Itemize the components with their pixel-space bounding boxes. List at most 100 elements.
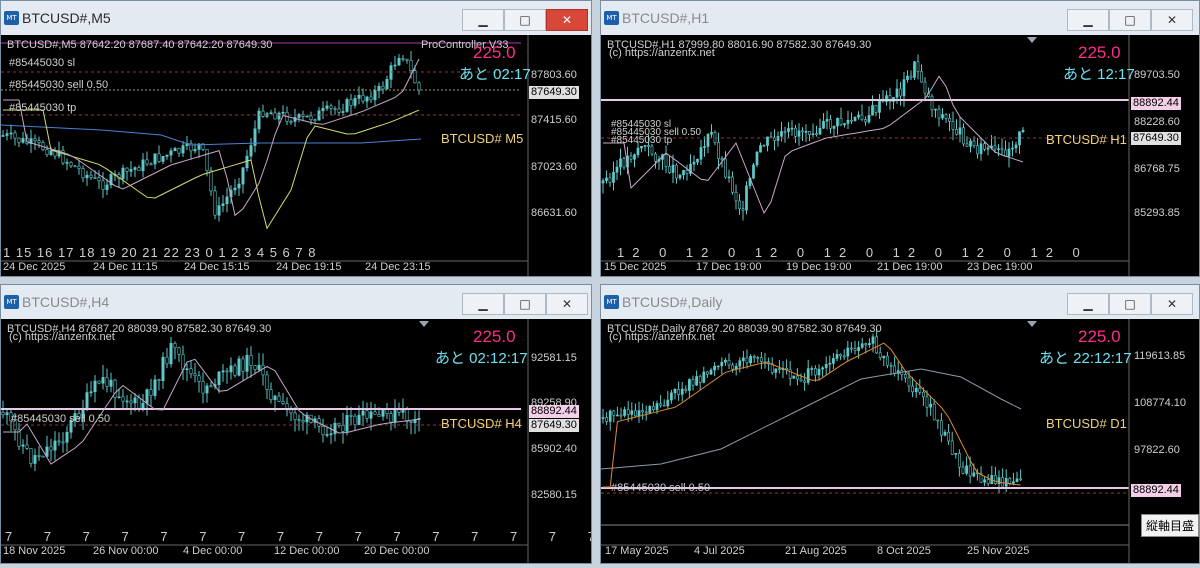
candle-body (622, 158, 626, 168)
candle-body (101, 180, 105, 190)
candle-body (145, 389, 149, 404)
candle-body (868, 343, 871, 346)
candle-body (871, 336, 875, 344)
bar-time-left: あと 12:17 (1063, 66, 1135, 83)
chart-window-h4[interactable]: MT BTCUSD#,H4 ▁ □ ✕ BTCUSD#,H4 87687.20 … (0, 284, 592, 564)
candle-body (305, 115, 309, 118)
candle-body (25, 444, 29, 449)
candle-body (333, 422, 337, 435)
candle-body (637, 410, 641, 417)
candle-body (257, 364, 261, 370)
candle-body (692, 161, 696, 165)
candle-body (808, 131, 811, 136)
candle-body (405, 408, 409, 422)
candle-body (640, 145, 643, 149)
candle-body (727, 176, 731, 179)
candle-body (986, 147, 990, 150)
chart-window-m5[interactable]: MT BTCUSD#,M5 ▁ □ ✕ BTCUSD#,M5 87642.20 … (0, 0, 592, 277)
candle-body (904, 374, 907, 379)
candle-body (902, 79, 906, 97)
window-title-bar[interactable]: MT BTCUSD#,M5 ▁ □ ✕ (1, 1, 591, 35)
maximize-button[interactable]: □ (504, 293, 546, 315)
close-button[interactable]: ✕ (546, 9, 588, 31)
candle-body (1012, 481, 1015, 484)
chart-window-icon: MT (4, 11, 19, 25)
minimize-button[interactable]: ▁ (462, 293, 504, 315)
candle-body (738, 360, 742, 367)
candle-body (37, 140, 41, 143)
maximize-button[interactable]: □ (504, 9, 546, 31)
candle-body (839, 354, 842, 357)
candle-body (619, 158, 622, 168)
candle-body (85, 392, 89, 410)
chart-canvas[interactable]: BTCUSD#,Daily 87687.20 88039.90 87582.30… (601, 319, 1199, 563)
symbol-label: BTCUSD# H1 (1046, 132, 1127, 147)
candle-body (612, 171, 615, 183)
candle-body (846, 119, 850, 124)
window-title-bar[interactable]: MT BTCUSD#,H4 ▁ □ ✕ (1, 285, 591, 319)
close-button[interactable]: ✕ (1151, 293, 1193, 315)
candle-body (906, 75, 909, 80)
watermark: (c) https://anzenfx.net (9, 331, 115, 343)
candle-body (720, 361, 724, 367)
time-tick: 24 Dec 19:15 (276, 261, 342, 273)
candle-body (918, 387, 922, 393)
candle-body (698, 376, 702, 383)
candle-body (968, 465, 972, 477)
price-tick: 119613.85 (1134, 350, 1186, 362)
candle-body (760, 357, 763, 362)
candle-body (983, 479, 986, 483)
candle-body (648, 406, 652, 414)
candle-body (1, 412, 5, 416)
candle-body (799, 378, 803, 382)
candle-body (157, 153, 161, 162)
time-tick: 4 Dec 00:00 (183, 545, 243, 557)
time-tick: 25 Nov 2025 (967, 545, 1030, 557)
candle-body (133, 167, 137, 170)
window-title-bar[interactable]: MT BTCUSD#,H1 ▁ □ ✕ (601, 1, 1199, 35)
candle-body (659, 403, 662, 406)
candle-body (293, 412, 297, 420)
price-tick: 86768.75 (1134, 163, 1180, 175)
minimize-button[interactable]: ▁ (462, 9, 504, 31)
bar-time-left: あと 02:12:17 (435, 350, 528, 367)
candle-body (709, 369, 713, 375)
candle-body (121, 167, 125, 180)
window-title-bar[interactable]: MT BTCUSD#,Daily ▁ □ ✕ (601, 285, 1199, 319)
chart-window-daily[interactable]: MT BTCUSD#,Daily ▁ □ ✕ BTCUSD#,Daily 876… (600, 284, 1200, 564)
chart-canvas[interactable]: BTCUSD#,H4 87687.20 88039.90 87582.30 87… (1, 319, 591, 563)
candle-body (738, 200, 741, 210)
time-tick: 20 Dec 00:00 (364, 545, 430, 557)
candle-body (173, 148, 177, 152)
candle-body (37, 455, 41, 457)
candle-body (815, 133, 818, 136)
candle-body (675, 164, 678, 179)
chart-canvas[interactable]: BTCUSD#,H1 87999.80 88016.90 87582.30 87… (601, 35, 1199, 276)
candle-body (695, 376, 698, 386)
candle-body (373, 90, 377, 101)
chart-header: BTCUSD#,M5 87642.20 87687.40 87642.20 87… (7, 39, 273, 51)
chart-window-h1[interactable]: MT BTCUSD#,H1 ▁ □ ✕ BTCUSD#,H1 87999.80 … (600, 0, 1200, 277)
candle-body (321, 426, 325, 436)
candle-body (875, 336, 878, 354)
time-tick: 17 May 2025 (605, 545, 669, 557)
order-overlay: #85445030 sl #85445030 sell 0.50 #854450… (611, 119, 702, 146)
close-button[interactable]: ✕ (546, 293, 588, 315)
close-button[interactable]: ✕ (1151, 9, 1193, 31)
candle-body (1, 135, 5, 137)
chart-canvas[interactable]: BTCUSD#,M5 87642.20 87687.40 87642.20 87… (1, 35, 591, 276)
candle-body (668, 165, 671, 173)
candle-body (850, 119, 853, 122)
hours-row: 12 0 12 0 12 0 12 0 12 0 12 0 12 0 (617, 245, 1088, 260)
candle-body (153, 153, 157, 165)
maximize-button[interactable]: □ (1109, 293, 1151, 315)
maximize-button[interactable]: □ (1109, 9, 1151, 31)
candle-body (93, 177, 97, 179)
candle-body (217, 205, 221, 216)
minimize-button[interactable]: ▁ (1067, 293, 1109, 315)
minimize-button[interactable]: ▁ (1067, 9, 1109, 31)
candle-body (369, 96, 373, 101)
candle-body (209, 385, 213, 388)
candle-body (706, 371, 709, 375)
candle-body (313, 119, 317, 121)
